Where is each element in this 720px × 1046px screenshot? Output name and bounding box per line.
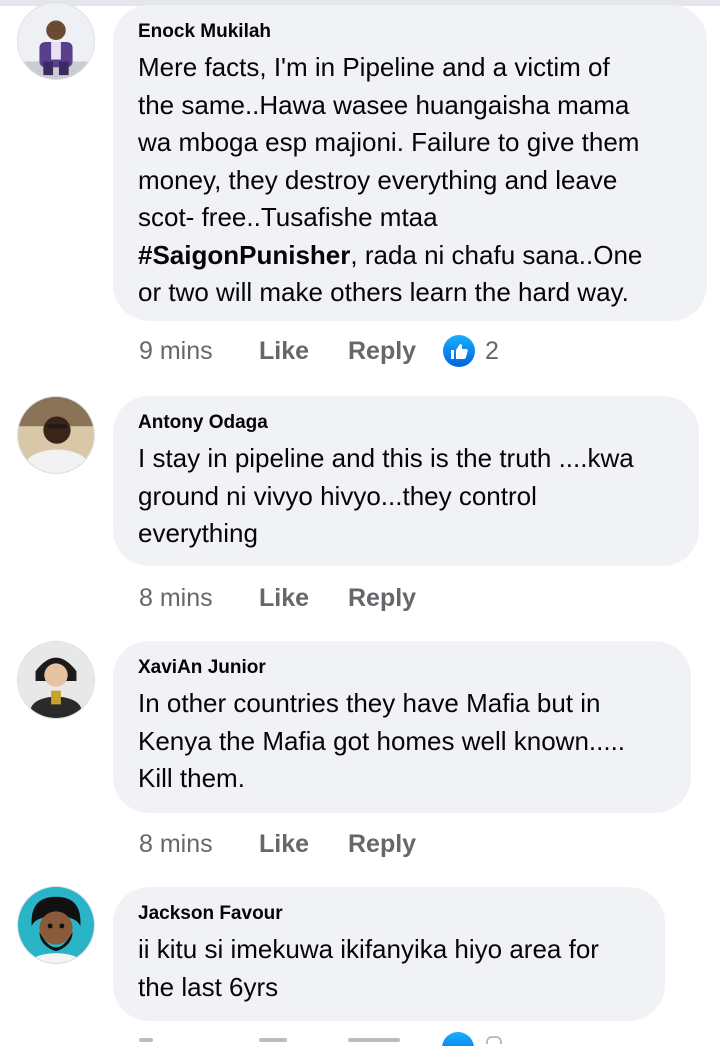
comment-bubble: Antony Odaga I stay in pipeline and this…: [113, 396, 699, 566]
like-reaction-icon: [443, 335, 475, 367]
comment-text: ii kitu si imekuwa ikifanyika hiyo area …: [138, 934, 599, 1002]
comment-author[interactable]: Antony Odaga: [138, 411, 675, 435]
comment-text: I stay in pipeline and this is the truth…: [138, 443, 634, 548]
avatar[interactable]: [17, 396, 95, 474]
comment-author[interactable]: Enock Mukilah: [138, 20, 683, 44]
comment-actions: 8 mins Like Reply: [139, 580, 443, 616]
comment-text-part: Mere facts, I'm in Pipeline and a victim…: [138, 52, 640, 232]
avatar-person-suit-image: [18, 3, 94, 79]
avatar-cartoon-man-image: [18, 887, 94, 963]
like-button[interactable]: Like: [259, 584, 348, 613]
comment-bubble: Enock Mukilah Mere facts, I'm in Pipelin…: [113, 5, 707, 321]
avatar[interactable]: [17, 641, 95, 719]
like-button[interactable]: Like: [259, 337, 348, 366]
comment-bubble: Jackson Favour ii kitu si imekuwa ikifan…: [113, 887, 665, 1021]
reaction-summary[interactable]: 2: [443, 335, 499, 367]
avatar[interactable]: [17, 2, 95, 80]
comment-timestamp[interactable]: 8 mins: [139, 584, 259, 613]
comment-actions: 8 mins Like Reply: [139, 826, 443, 862]
comment-timestamp[interactable]: 9 mins: [139, 337, 259, 366]
reply-button[interactable]: Reply: [348, 337, 443, 366]
comment-bubble: XaviAn Junior In other countries they ha…: [113, 641, 691, 813]
hashtag-link[interactable]: #SaigonPunisher: [138, 240, 350, 270]
reply-button[interactable]: Reply: [348, 830, 443, 859]
timestamp-fragment: [139, 1038, 153, 1042]
comment-text: Mere facts, I'm in Pipeline and a victim…: [138, 49, 683, 312]
comment-text: In other countries they have Mafia but i…: [138, 688, 626, 793]
reply-button-fragment: [348, 1038, 400, 1042]
avatar[interactable]: [17, 886, 95, 964]
comment-author[interactable]: XaviAn Junior: [138, 656, 667, 680]
like-button-fragment: [259, 1038, 287, 1042]
avatar-person-image: [18, 642, 94, 718]
reply-button[interactable]: Reply: [348, 584, 443, 613]
reaction-count-fragment: [486, 1036, 502, 1044]
comment-author[interactable]: Jackson Favour: [138, 902, 641, 926]
comment-timestamp[interactable]: 8 mins: [139, 830, 259, 859]
like-button[interactable]: Like: [259, 830, 348, 859]
comment-actions: 9 mins Like Reply 2: [139, 333, 499, 369]
avatar-person-image: [18, 397, 94, 473]
reaction-count: 2: [485, 336, 499, 365]
like-reaction-icon: [442, 1032, 474, 1046]
cutoff-comment-actions: [0, 1032, 720, 1046]
